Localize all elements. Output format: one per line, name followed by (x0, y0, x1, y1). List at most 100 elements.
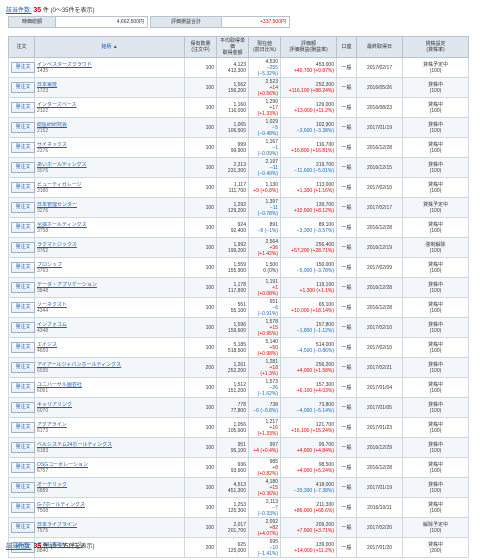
cost-amount: 159,600 (227, 327, 246, 334)
pnl-value: +14,000 (+11.2%) (294, 547, 334, 554)
order-button[interactable]: 発注文 (11, 322, 35, 333)
value-cell: 219,700 −11,600 (−5.01%) (280, 157, 337, 178)
table-row: 発注文 データ・アプリケーション 3848 100 1,178 117,800 1,191 +… (8, 277, 469, 298)
cost-amount: 105,600 (227, 427, 246, 434)
value-cell: 99,700 +4,600 (+4.84%) (280, 437, 337, 458)
price-change: +15 (+0.95%) (257, 324, 278, 337)
name-cell: オーデリック 6889 (34, 477, 185, 498)
lending-cell: 貸株中 (100) (402, 437, 469, 458)
order-button[interactable]: 発注文 (11, 82, 35, 93)
order-cell: 発注文 (8, 357, 35, 378)
price-cell: 1,167 −1 (−0.09%) (248, 137, 281, 158)
lending-rate: (100) (429, 247, 442, 254)
qty-cell: 100 (184, 277, 217, 298)
cost-amount: 77,800 (230, 407, 246, 414)
cost-amount: 252,200 (227, 367, 246, 374)
lending-cell: 貸株中 (100) (402, 77, 469, 98)
date-cell: 2017/01/19 (356, 477, 403, 498)
stock-code: 6757 (37, 467, 49, 474)
order-button[interactable]: 発注文 (11, 302, 35, 313)
price-cell: 738 −6 (−0.8%) (248, 397, 281, 418)
order-button[interactable]: 発注文 (11, 382, 35, 393)
lending-cell: 貸株中 (100) (402, 137, 469, 158)
name-cell: アクアライン 6173 (34, 417, 185, 438)
order-button[interactable]: 発注文 (11, 422, 35, 433)
order-button[interactable]: 発注文 (11, 282, 35, 293)
price-change: −1 (−0.09%) (257, 144, 278, 157)
account-cell: 一般 (336, 437, 357, 458)
date-cell: 2017/02/10 (356, 177, 403, 198)
order-button[interactable]: 発注文 (11, 242, 35, 253)
order-button[interactable]: 発注文 (11, 342, 35, 353)
avg-cell: 951 95,100 (216, 437, 249, 458)
lending-rate: (100) (429, 507, 442, 514)
value-cell: 98,500 +4,900 (+5.24%) (280, 457, 337, 478)
order-button[interactable]: 発注文 (11, 182, 35, 193)
order-cell: 発注文 (8, 377, 35, 398)
price-cell: 2,523 +14 (+0.56%) (248, 77, 281, 98)
price-cell: 1,578 +15 (+0.95%) (248, 317, 281, 338)
market-value-box: 時価総額 4,662,500円 (8, 16, 148, 28)
qty-cell: 100 (184, 397, 217, 418)
order-button[interactable]: 発注文 (11, 462, 35, 473)
order-button[interactable]: 発注文 (11, 102, 35, 113)
date-cell: 2016/12/28 (356, 277, 403, 298)
value-cell: 157,300 +6,100 (+4.03%) (280, 377, 337, 398)
order-cell: 発注文 (8, 417, 35, 438)
order-button[interactable]: 発注文 (11, 442, 35, 453)
name-cell: インフォコム 4348 (34, 317, 185, 338)
avg-cell: 1,056 105,600 (216, 417, 249, 438)
account-cell: 一般 (336, 157, 357, 178)
order-button[interactable]: 発注文 (11, 362, 35, 373)
price-change: −7 (−0.33%) (257, 504, 278, 517)
price-change: −5 (−0.48%) (257, 124, 278, 137)
order-button[interactable]: 発注文 (11, 402, 35, 413)
order-cell: 発注文 (8, 457, 35, 478)
pnl-value: +4,900 (+5.24%) (296, 467, 334, 474)
order-button[interactable]: 発注文 (11, 502, 35, 513)
order-button[interactable]: 発注文 (11, 222, 35, 233)
pnl-value: +86,000 (+68.6%) (293, 507, 334, 514)
order-button[interactable]: 発注文 (11, 122, 35, 133)
order-button[interactable]: 発注文 (11, 522, 35, 533)
order-button[interactable]: 発注文 (11, 202, 35, 213)
qty-cell: 100 (184, 317, 217, 338)
stock-code: 3763 (37, 267, 49, 274)
col-name-sort[interactable]: 銘柄 ▲ (34, 36, 185, 58)
stock-code: 3180 (37, 187, 49, 194)
date-cell: 2017/02/17 (356, 197, 403, 218)
col-price: 現在値 (前日比%) (248, 36, 281, 58)
cost-amount: 518,500 (227, 347, 246, 354)
price-change: +36 (+1.42%) (257, 244, 278, 257)
count-label: 該当件数: (6, 8, 32, 14)
lending-cell: 貸株中 (100) (402, 277, 469, 298)
stock-code: 2122 (37, 107, 49, 114)
cost-amount: 156,200 (227, 87, 246, 94)
table-row: 発注文 エイジス 4659 100 5,185 518,500 5,140 +50 (+0.9… (8, 337, 469, 358)
name-cell: G-7ホールディングス 7508 (34, 497, 185, 518)
account-cell: 一般 (336, 197, 357, 218)
date-cell: 2017/02/09 (356, 257, 403, 278)
name-cell: データ・アプリケーション 3848 (34, 277, 185, 298)
pnl-value: +116,100 (+88.24%) (288, 87, 334, 94)
lending-rate: (100) (429, 427, 442, 434)
order-button[interactable]: 発注文 (11, 482, 35, 493)
order-cell: 発注文 (8, 77, 35, 98)
avg-cell: 5,185 518,500 (216, 337, 249, 358)
date-cell: 2017/02/10 (356, 337, 403, 358)
order-button[interactable]: 発注文 (11, 62, 35, 73)
avg-cell: 1,562 156,200 (216, 77, 249, 98)
name-cell: 日本ライフライン 7575 (34, 517, 185, 538)
lending-rate: (100) (429, 167, 442, 174)
lending-cell: 貸株中 (100) (402, 417, 469, 438)
stock-code: 6889 (37, 487, 49, 494)
stock-code: 6173 (37, 427, 49, 434)
order-button[interactable]: 発注文 (11, 142, 35, 153)
avg-cell: 1,292 129,200 (216, 197, 249, 218)
lending-cell: 貸株中 (100) (402, 357, 469, 378)
stock-code: 1723 (37, 87, 49, 94)
name-cell: 総医研研究会 2152 (34, 117, 185, 138)
order-button[interactable]: 発注文 (11, 262, 35, 273)
order-button[interactable]: 発注文 (11, 162, 35, 173)
pnl-value: +6,100 (+4.03%) (296, 387, 334, 394)
